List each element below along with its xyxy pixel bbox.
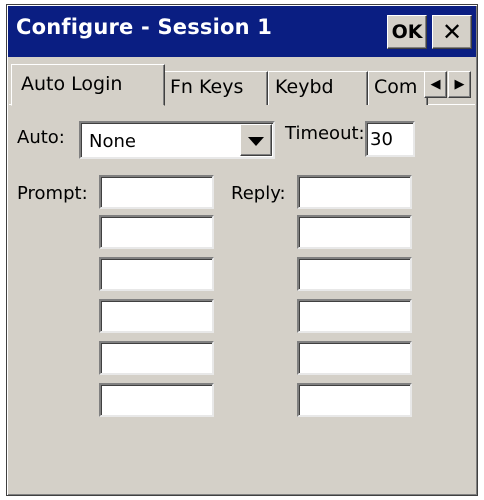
reply-label: Reply: [231,183,286,204]
ok-button[interactable]: OK [387,15,427,49]
timeout-field[interactable] [365,121,415,157]
close-button[interactable]: ✕ [432,15,472,49]
tab-scroll-left-button[interactable]: ◀ [424,71,447,98]
reply-field-6[interactable] [297,383,412,417]
tab-strip: Auto Login Fn Keys Keybd Com ◀ ▶ [9,59,475,106]
tab-com[interactable]: Com [368,71,428,105]
close-icon: ✕ [441,18,463,46]
reply-field-5[interactable] [297,341,412,375]
configure-window: Configure - Session 1 OK ✕ Auto Login Fn… [6,4,478,496]
tab-auto-login[interactable]: Auto Login [11,64,165,106]
auto-dropdown-value: None [89,131,136,152]
prompt-label: Prompt: [17,183,88,204]
prompt-field-3[interactable] [99,257,214,291]
prompt-field-4[interactable] [99,299,214,333]
prompt-field-2[interactable] [99,215,214,249]
chevron-left-icon: ◀ [430,77,441,92]
tab-keybd[interactable]: Keybd [268,71,368,105]
reply-field-4[interactable] [297,299,412,333]
title-bar: Configure - Session 1 OK ✕ [8,6,476,57]
chevron-down-icon [248,137,264,146]
reply-field-1[interactable] [297,175,412,209]
chevron-right-icon: ▶ [454,77,465,92]
timeout-label: Timeout: [285,123,365,144]
reply-field-3[interactable] [297,257,412,291]
auto-dropdown-button[interactable] [240,124,272,156]
reply-field-2[interactable] [297,215,412,249]
prompt-field-6[interactable] [99,383,214,417]
prompt-field-5[interactable] [99,341,214,375]
auto-label: Auto: [17,127,65,148]
window-title: Configure - Session 1 [16,15,273,39]
tab-fn-keys[interactable]: Fn Keys [163,71,268,105]
auto-dropdown[interactable]: None [79,121,275,159]
prompt-field-1[interactable] [99,175,214,209]
tab-scroll-right-button[interactable]: ▶ [448,71,471,98]
